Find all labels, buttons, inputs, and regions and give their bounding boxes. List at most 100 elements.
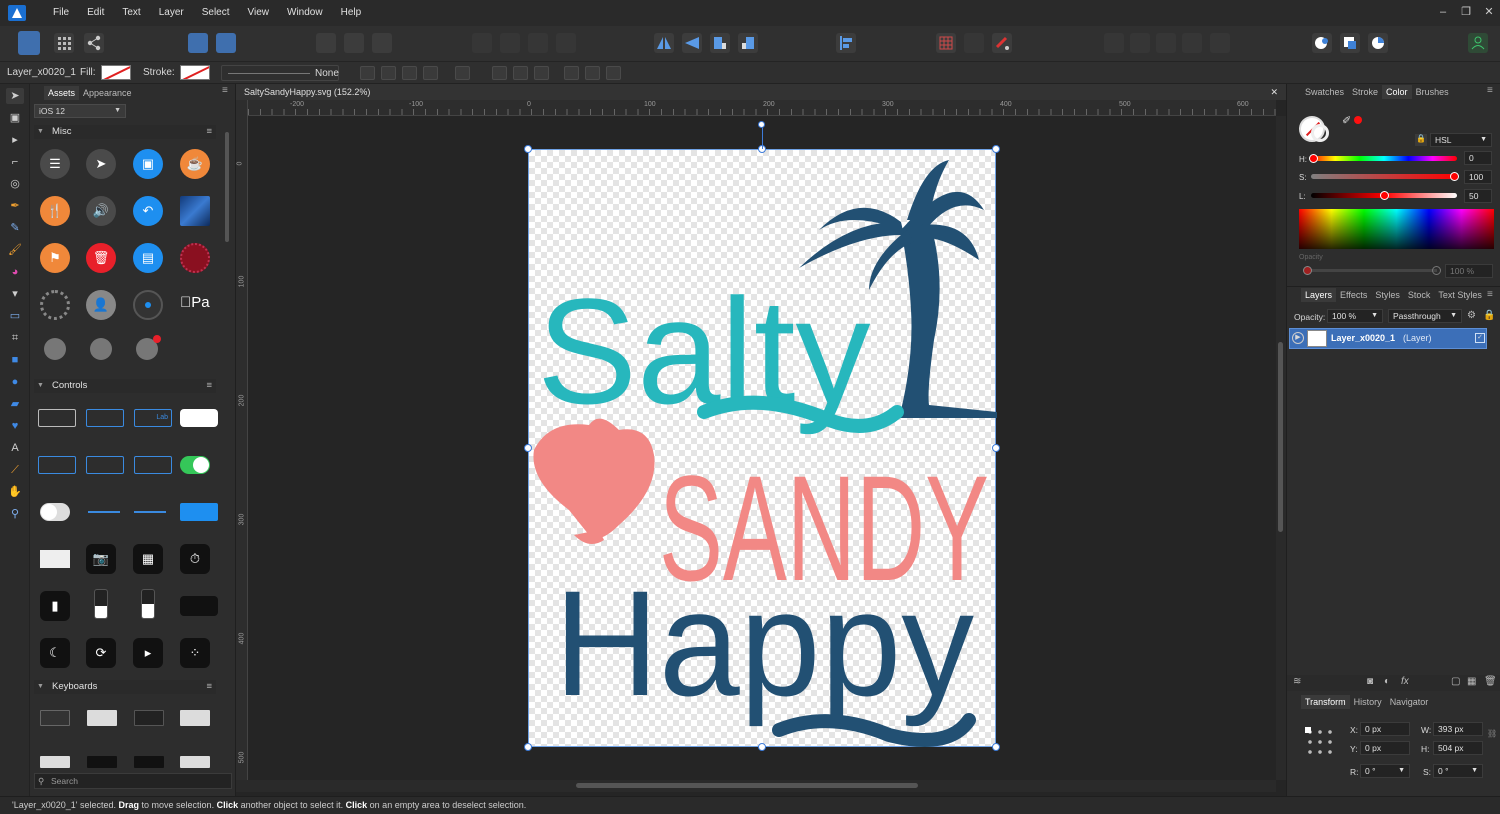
eyedropper-icon[interactable]: ✐ <box>1342 114 1351 127</box>
corner-tool-icon[interactable]: ⌐ <box>6 154 24 170</box>
menu-view[interactable]: View <box>239 0 279 26</box>
group-layers-icon[interactable]: ▦ <box>1467 676 1476 687</box>
scale-icon[interactable] <box>402 66 417 80</box>
close-document-icon[interactable]: ✕ <box>1270 84 1278 100</box>
white-field-control[interactable] <box>180 409 218 427</box>
tab-layers[interactable]: Layers <box>1301 288 1337 302</box>
keyboard-bar-2[interactable] <box>87 756 117 768</box>
transparency-tool-icon[interactable]: ▾ <box>6 286 24 302</box>
toggle-off-control[interactable] <box>40 503 70 521</box>
menu-select[interactable]: Select <box>193 0 239 26</box>
shape-tool-icon[interactable]: ♥ <box>6 418 24 434</box>
fill-tool-icon[interactable]: ◕ <box>6 264 24 280</box>
export-persona-icon[interactable] <box>84 33 104 53</box>
flip-vertical-icon[interactable] <box>682 33 702 53</box>
x-input[interactable]: 0 px <box>1360 722 1410 736</box>
calculator-icon[interactable]: ▦ <box>133 544 163 574</box>
arrange-backward-icon[interactable] <box>1156 33 1176 53</box>
snapping-icon[interactable] <box>316 33 336 53</box>
restaurant-icon[interactable]: 🍴 <box>40 196 70 226</box>
rectangle-tool-icon[interactable]: ■ <box>6 352 24 368</box>
tab-brushes[interactable]: Brushes <box>1412 85 1453 99</box>
text-field-blue-control[interactable] <box>86 409 124 427</box>
selection-handle-bc[interactable] <box>758 743 766 751</box>
align-icon[interactable] <box>836 33 856 53</box>
preferences-icon[interactable] <box>188 33 208 53</box>
rounded-rect-tool-icon[interactable]: ▰ <box>6 396 24 412</box>
height-input[interactable]: 504 px <box>1433 741 1483 755</box>
color-picker-icon[interactable]: ⟋ <box>6 462 24 478</box>
tab-navigator[interactable]: Navigator <box>1386 695 1433 709</box>
ellipse-tool-icon[interactable]: ● <box>6 374 24 390</box>
restore-icon[interactable]: ❐ <box>1455 0 1477 26</box>
do-not-disturb-icon[interactable]: ☾ <box>40 638 70 668</box>
boolean-add-icon[interactable] <box>472 33 492 53</box>
link-aspect-icon[interactable]: ⛓ <box>1487 729 1497 738</box>
location-arrow-icon[interactable]: ➤ <box>86 149 116 179</box>
menu-file[interactable]: File <box>44 0 78 26</box>
lightness-input[interactable]: 50 <box>1464 189 1492 203</box>
rotate-left-icon[interactable] <box>710 33 730 53</box>
lightness-slider-knob[interactable] <box>1380 191 1389 200</box>
panel-menu-icon[interactable]: ≡ <box>1487 85 1493 96</box>
group-menu-icon[interactable]: ≡ <box>206 680 212 694</box>
designer-persona-icon[interactable] <box>18 31 40 55</box>
camera-icon[interactable]: 📷 <box>86 544 116 574</box>
reply-icon[interactable]: ↶ <box>133 196 163 226</box>
stroke-swatch[interactable] <box>180 65 210 80</box>
settings-gear-icon[interactable]: ⚙ <box>1467 310 1476 321</box>
arrange-forward-icon[interactable] <box>1130 33 1150 53</box>
tab-stock[interactable]: Stock <box>1404 288 1435 302</box>
stroke-color-well[interactable] <box>1311 124 1329 142</box>
layers-stack-icon[interactable]: ≋ <box>1293 676 1301 687</box>
arrange-back-icon[interactable] <box>1182 33 1202 53</box>
align-right-icon[interactable] <box>534 66 549 80</box>
hue-slider-knob[interactable] <box>1309 154 1318 163</box>
volume-slider-icon[interactable] <box>94 589 108 619</box>
tab-color[interactable]: Color <box>1382 85 1412 99</box>
keyboard-bar-1[interactable] <box>40 756 70 768</box>
timer-icon[interactable]: ⏱ <box>180 544 210 574</box>
fingerprint-icon[interactable] <box>180 243 210 273</box>
convert-icon[interactable] <box>455 66 470 80</box>
color-mode-select[interactable]: HSL ▼ <box>1430 133 1492 147</box>
stepper-control[interactable] <box>134 456 172 474</box>
saturation-slider[interactable] <box>1311 174 1457 179</box>
vector-brush-icon[interactable]: 🖌 <box>6 242 24 258</box>
artboard-tool-icon[interactable]: ▣ <box>6 110 24 126</box>
crop-icon[interactable] <box>423 66 438 80</box>
menu-help[interactable]: Help <box>332 0 371 26</box>
pen-tool-icon[interactable]: ✒ <box>6 198 24 214</box>
assets-search-input[interactable]: ⚲ Search <box>34 773 232 789</box>
rotation-input[interactable]: 0 ° ▼ <box>1360 764 1410 778</box>
tab-text-styles[interactable]: Text Styles <box>1434 288 1486 302</box>
fill-swatch[interactable] <box>101 65 131 80</box>
minimize-icon[interactable]: – <box>1432 0 1454 26</box>
coffee-icon[interactable]: ☕ <box>180 149 210 179</box>
keyboard-dark-alt[interactable] <box>134 710 164 726</box>
apple-pay-icon[interactable]: Pa <box>180 294 210 311</box>
delete-layer-icon[interactable]: 🗑 <box>1484 676 1497 687</box>
asset-category-select[interactable]: iOS 12 ▼ <box>34 104 126 118</box>
screen-mirror-icon[interactable] <box>180 596 218 616</box>
avatar-icon[interactable]: 👤 <box>86 290 116 320</box>
lock-icon[interactable]: 🔒 <box>1415 134 1427 146</box>
slider-control-alt[interactable] <box>134 511 166 513</box>
archive-icon[interactable]: ▤ <box>133 243 163 273</box>
fuel-icon[interactable]: ▣ <box>133 149 163 179</box>
stroke-style-field[interactable]: None <box>221 65 339 81</box>
rotate-right-icon[interactable] <box>738 33 758 53</box>
spinner-icon[interactable] <box>40 290 70 320</box>
menu-layer[interactable]: Layer <box>150 0 193 26</box>
keyboard-light[interactable] <box>87 710 117 726</box>
boolean-intersect-icon[interactable] <box>528 33 548 53</box>
selection-handle-tl[interactable] <box>524 145 532 153</box>
canvas-area[interactable]: SaltySandyHappy.svg (152.2%) ✕ -200 -100… <box>236 84 1286 796</box>
slider-control[interactable] <box>88 511 120 513</box>
selection-handle-mr[interactable] <box>992 444 1000 452</box>
layer-row[interactable]: ▶ Layer_x0020_1 (Layer) ✓ <box>1289 328 1487 349</box>
saturation-slider-knob[interactable] <box>1450 172 1459 181</box>
y-input[interactable]: 0 px <box>1360 741 1410 755</box>
pixel-persona-icon[interactable] <box>54 33 74 53</box>
adjustment-icon[interactable]: ◐ <box>1384 676 1390 687</box>
